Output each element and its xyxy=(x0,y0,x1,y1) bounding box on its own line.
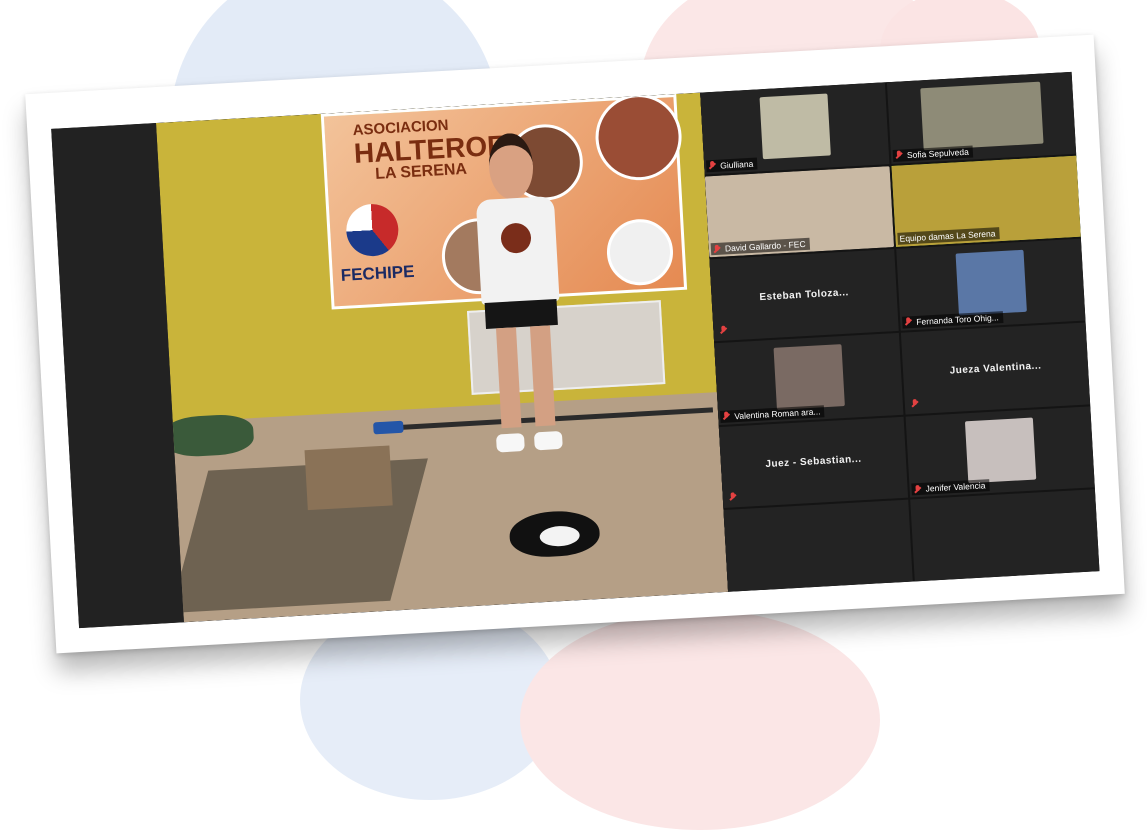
participant-tile[interactable]: Giulliana xyxy=(700,82,890,175)
participant-name: Juez - Sebastian... xyxy=(765,454,862,471)
participant-video xyxy=(759,93,831,160)
participant-tile[interactable]: Esteban Toloza... xyxy=(709,249,899,342)
bg-logo-shape-red-bottom xyxy=(520,610,880,830)
athlete-shorts xyxy=(484,298,558,329)
participant-label: Sofia Sepulveda xyxy=(892,145,974,162)
participant-label: Jenifer Valencia xyxy=(911,479,990,496)
main-speaker-video[interactable]: ASOCIACION HALTEROFILIA LA SERENA FECHIP… xyxy=(51,92,729,629)
banner-photo-circle xyxy=(593,92,684,183)
participant-name: Sofia Sepulveda xyxy=(906,146,970,160)
participant-video xyxy=(919,81,1044,151)
video-call-window: ASOCIACION HALTEROFILIA LA SERENA FECHIP… xyxy=(51,71,1100,629)
participant-tile[interactable]: Sofia Sepulveda xyxy=(886,71,1077,164)
muted-mic-icon xyxy=(913,485,922,494)
muted-mic-icon xyxy=(713,244,722,253)
barbell-collar xyxy=(373,420,404,435)
participant-tile[interactable]: Jenifer Valencia xyxy=(905,405,1095,498)
participant-tile[interactable]: Valentina Roman ara... xyxy=(714,332,904,425)
participant-name: Valentina Roman ara... xyxy=(733,406,821,421)
participant-name: Jueza Valentina... xyxy=(949,360,1042,377)
participant-name: Jenifer Valencia xyxy=(925,480,986,494)
participant-tile[interactable]: Jueza Valentina... xyxy=(900,322,1091,415)
participant-tile[interactable]: David Gallardo - FEC xyxy=(704,165,895,258)
participant-label: Valentina Roman ara... xyxy=(719,404,825,423)
muted-mic-icon xyxy=(722,412,731,421)
participant-name: Fernanda Toro Ohig... xyxy=(916,312,999,327)
muted-mic-icon xyxy=(719,325,728,334)
muted-mic-icon xyxy=(895,151,904,160)
athlete-shoe xyxy=(533,430,563,451)
participant-label: Fernanda Toro Ohig... xyxy=(901,311,1004,329)
participant-name: Esteban Toloza... xyxy=(759,287,850,304)
banner-logo-circle xyxy=(605,217,675,288)
muted-mic-icon xyxy=(904,318,913,327)
participant-video xyxy=(773,344,845,410)
empty-tile xyxy=(910,489,1100,582)
participant-label: Giulliana xyxy=(705,157,758,173)
participant-video xyxy=(955,250,1027,316)
fechipe-text: FECHIPE xyxy=(340,261,415,285)
participant-name: Giulliana xyxy=(719,158,754,171)
participant-gallery: Giulliana Sofia Sepulveda David Gallardo… xyxy=(700,71,1100,592)
gym-scene: ASOCIACION HALTEROFILIA LA SERENA FECHIP… xyxy=(156,92,729,623)
athlete-shoe xyxy=(495,432,525,453)
empty-tile xyxy=(723,499,913,592)
muted-mic-icon xyxy=(911,399,920,408)
wooden-box xyxy=(304,445,393,511)
photo-card: ASOCIACION HALTEROFILIA LA SERENA FECHIP… xyxy=(25,34,1125,654)
fechipe-logo-icon xyxy=(344,202,400,258)
participant-video xyxy=(964,417,1036,483)
participant-tile-active-speaker[interactable]: Equipo damas La Serena xyxy=(891,155,1081,248)
muted-mic-icon xyxy=(708,161,717,170)
muted-mic-icon xyxy=(729,492,738,501)
participant-tile[interactable]: Fernanda Toro Ohig... xyxy=(896,238,1086,331)
participant-tile[interactable]: Juez - Sebastian... xyxy=(718,416,909,509)
